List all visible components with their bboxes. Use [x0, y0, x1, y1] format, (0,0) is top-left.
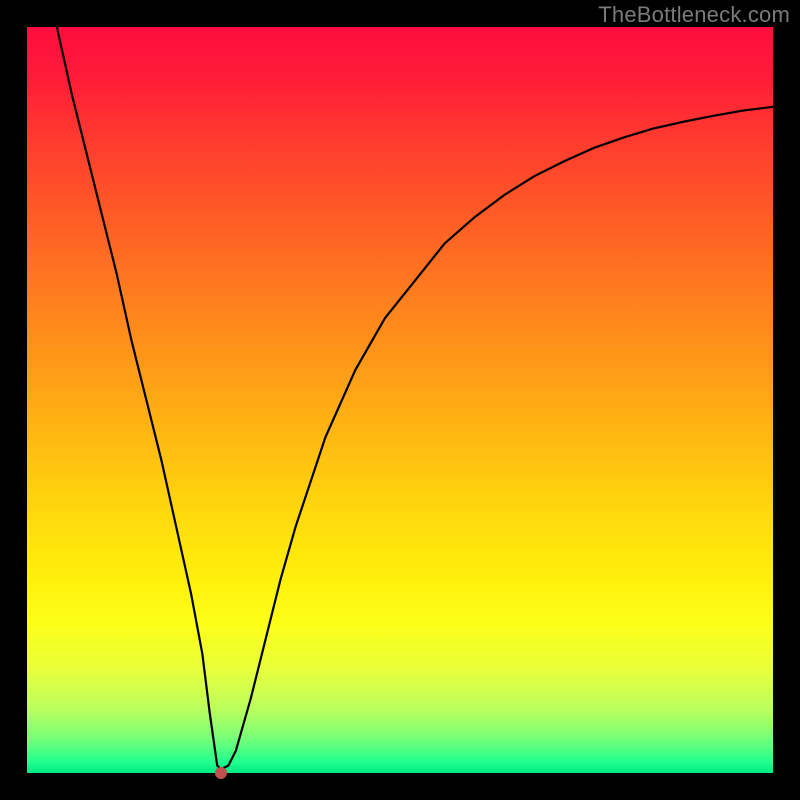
watermark-text: TheBottleneck.com — [598, 2, 790, 28]
optimum-marker — [215, 767, 227, 779]
chart-container: { "watermark": "TheBottleneck.com", "cha… — [0, 0, 800, 800]
plot-background — [27, 27, 773, 773]
bottleneck-chart — [0, 0, 800, 800]
